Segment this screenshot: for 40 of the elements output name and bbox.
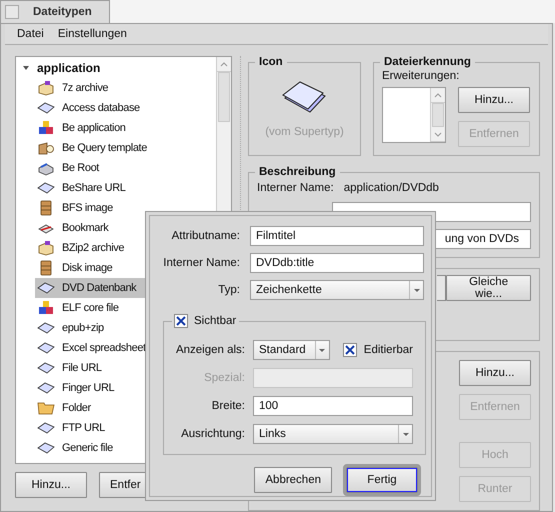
tree-item[interactable]: BeShare URL (35, 178, 216, 198)
input-field[interactable]: 100 (253, 396, 413, 416)
extensions-label: Erweiterungen: (382, 70, 460, 82)
add-button[interactable]: Hinzu... (15, 472, 87, 498)
cancel-button[interactable]: Abbrechen (254, 467, 332, 493)
icon-caption: (vom Supertyp) (265, 126, 344, 138)
checkbox-label: Sichtbar (194, 315, 236, 327)
type-dropdown[interactable]: Zeichenkette (250, 280, 424, 300)
alignment-dropdown[interactable]: Links (253, 424, 413, 444)
tree-item[interactable]: Be application (35, 118, 216, 138)
internal-name-label: Interner Name: (257, 182, 334, 194)
group-title: Dateierkennung (383, 56, 472, 68)
field-label: Attributname: (170, 230, 240, 242)
input-field[interactable]: Filmtitel (250, 226, 424, 246)
internal-name-value: application/DVDdb (344, 182, 439, 194)
field-label: Anzeigen als: (174, 344, 245, 356)
same-as-button[interactable]: Gleiche wie... (446, 275, 531, 301)
done-button[interactable]: Fertig (346, 467, 418, 493)
add-button[interactable]: Hinzu... (459, 360, 531, 386)
add-button[interactable]: Hinzu... (458, 87, 530, 113)
tab[interactable]: Dateitypen (0, 0, 110, 23)
tree-item[interactable]: Access database (35, 98, 216, 118)
menu-item[interactable]: Einstellungen (58, 28, 127, 40)
field-label: Spezial: (203, 372, 245, 384)
display-dropdown[interactable]: Standard (253, 340, 330, 360)
tree-group-label[interactable]: application (37, 61, 100, 75)
field-label: Breite: (210, 400, 245, 412)
group-title: Icon (258, 56, 284, 68)
tree-item[interactable]: Be Query template (35, 138, 216, 158)
checkbox-label: Editierbar (364, 344, 413, 356)
field-label: Typ: (217, 284, 240, 296)
group-title: Beschreibung (258, 166, 337, 178)
field-label: Interner Name: (162, 257, 240, 269)
tree-item[interactable]: 7z archive (35, 78, 216, 98)
menu-item[interactable]: Datei (17, 28, 44, 40)
field-label: Ausrichtung: (180, 428, 245, 440)
tab-label[interactable]: Dateitypen (33, 6, 92, 18)
tree-item[interactable]: BFS image (35, 198, 216, 218)
tree-item[interactable]: Be Root (35, 158, 216, 178)
input-field[interactable]: DVDdb:title (250, 253, 424, 273)
